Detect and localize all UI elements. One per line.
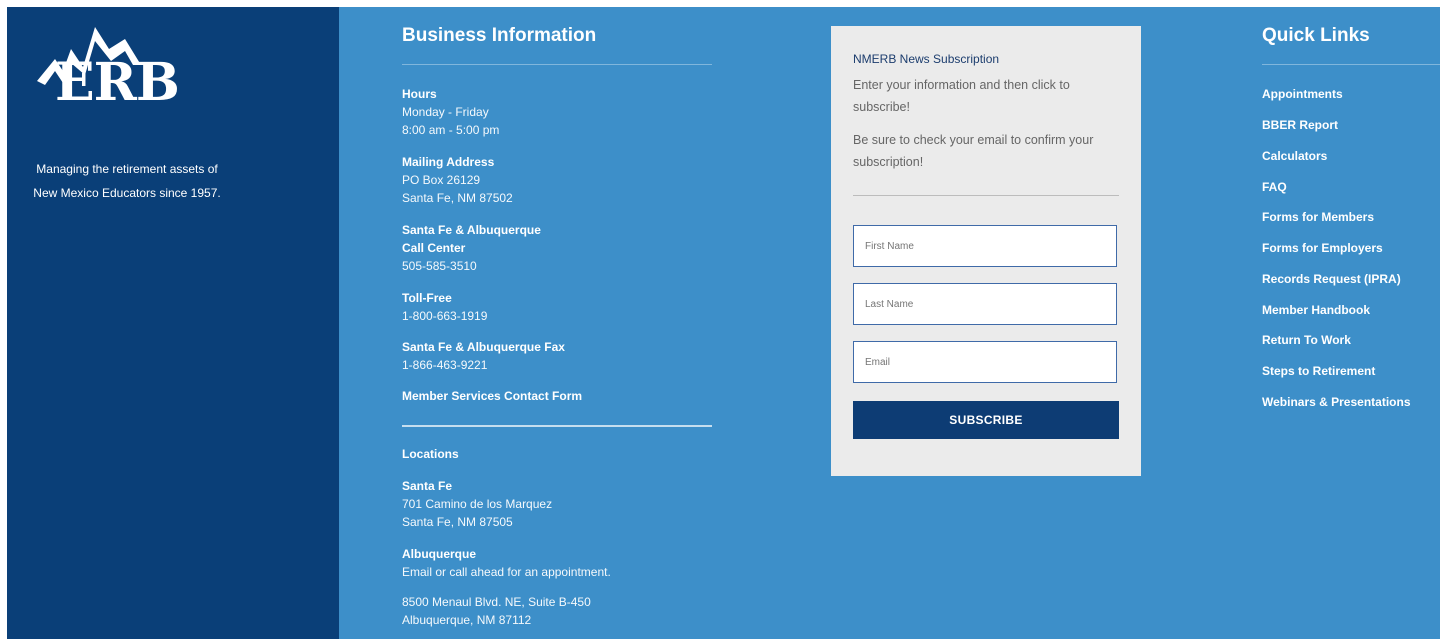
- fax-number: 1-866-463-9221: [402, 358, 488, 372]
- quick-link-steps-to-retirement[interactable]: Steps to Retirement: [1262, 364, 1375, 378]
- hours-block: Hours Monday - Friday 8:00 am - 5:00 pm: [402, 85, 499, 139]
- hours-days: Monday - Friday: [402, 105, 489, 119]
- quick-link-appointments[interactable]: Appointments: [1262, 87, 1343, 101]
- tagline-line: Managing the retirement assets of: [36, 162, 218, 176]
- first-name-input[interactable]: [853, 225, 1117, 267]
- quick-link-forms-employers[interactable]: Forms for Employers: [1262, 241, 1383, 255]
- albuquerque-address: 8500 Menaul Blvd. NE, Suite B-450: [402, 595, 591, 609]
- santa-fe-address: Santa Fe, NM 87505: [402, 515, 513, 529]
- mailing-block: Mailing Address PO Box 26129 Santa Fe, N…: [402, 153, 513, 207]
- quick-link-bber-report[interactable]: BBER Report: [1262, 118, 1338, 132]
- contact-form-link[interactable]: Member Services Contact Form: [402, 387, 582, 405]
- newsletter-subscription-card: NMERB News Subscription Enter your infor…: [831, 26, 1141, 476]
- tagline: Managing the retirement assets of New Me…: [7, 157, 247, 205]
- quick-link-return-to-work[interactable]: Return To Work: [1262, 333, 1351, 347]
- quick-link-calculators[interactable]: Calculators: [1262, 149, 1327, 163]
- divider: [402, 64, 712, 65]
- santa-fe-block: Santa Fe 701 Camino de los Marquez Santa…: [402, 477, 552, 531]
- albuquerque-address-block: 8500 Menaul Blvd. NE, Suite B-450 Albuqu…: [402, 593, 591, 629]
- quick-link-member-handbook[interactable]: Member Handbook: [1262, 303, 1370, 317]
- quick-link-webinars[interactable]: Webinars & Presentations: [1262, 395, 1411, 409]
- business-title: Business Information: [402, 25, 597, 46]
- last-name-input[interactable]: [853, 283, 1117, 325]
- santa-fe-label: Santa Fe: [402, 479, 453, 493]
- call-center-label: Santa Fe & Albuquerque: [402, 223, 541, 237]
- albuquerque-address: Albuquerque, NM 87112: [402, 613, 532, 627]
- tagline-line: New Mexico Educators since 1957.: [33, 186, 221, 200]
- divider: [402, 425, 712, 427]
- subscription-title: NMERB News Subscription: [853, 52, 1000, 66]
- footer: ERB Managing the retirement assets of Ne…: [7, 7, 1440, 639]
- hours-label: Hours: [402, 87, 437, 101]
- call-center-block: Santa Fe & Albuquerque Call Center 505-5…: [402, 221, 541, 275]
- divider: [853, 195, 1119, 196]
- logo-text: ERB: [55, 52, 180, 113]
- contact-form-block: Member Services Contact Form: [402, 387, 582, 405]
- albuquerque-note: Email or call ahead for an appointment.: [402, 565, 611, 579]
- toll-free-block: Toll-Free 1-800-663-1919: [402, 289, 487, 325]
- locations-label: Locations: [402, 447, 459, 461]
- subscription-instructions: Enter your information and then click to…: [853, 78, 1070, 114]
- fax-block: Santa Fe & Albuquerque Fax 1-866-463-922…: [402, 338, 565, 374]
- toll-free-number[interactable]: 1-800-663-1919: [402, 307, 487, 325]
- mailing-label: Mailing Address: [402, 155, 495, 169]
- fax-label: Santa Fe & Albuquerque Fax: [402, 340, 565, 354]
- toll-free-label: Toll-Free: [402, 291, 452, 305]
- santa-fe-address: 701 Camino de los Marquez: [402, 497, 553, 511]
- quick-link-records-request[interactable]: Records Request (IPRA): [1262, 272, 1401, 286]
- mailing-line: Santa Fe, NM 87502: [402, 191, 513, 205]
- albuquerque-label: Albuquerque: [402, 547, 476, 561]
- hours-time: 8:00 am - 5:00 pm: [402, 123, 500, 137]
- quick-links-title: Quick Links: [1262, 25, 1370, 46]
- subscribe-button[interactable]: SUBSCRIBE: [853, 401, 1119, 439]
- email-input[interactable]: [853, 341, 1117, 383]
- call-center-label: Call Center: [402, 241, 466, 255]
- albuquerque-block: Albuquerque Email or call ahead for an a…: [402, 545, 611, 581]
- call-center-number[interactable]: 505-585-3510: [402, 257, 541, 275]
- quick-link-forms-members[interactable]: Forms for Members: [1262, 210, 1374, 224]
- divider: [1262, 64, 1440, 65]
- quick-link-faq[interactable]: FAQ: [1262, 180, 1287, 194]
- locations-block: Locations: [402, 445, 459, 463]
- brand-panel: ERB Managing the retirement assets of Ne…: [7, 7, 339, 639]
- mailing-line: PO Box 26129: [402, 173, 481, 187]
- subscription-confirm-note: Be sure to check your email to confirm y…: [853, 133, 1094, 169]
